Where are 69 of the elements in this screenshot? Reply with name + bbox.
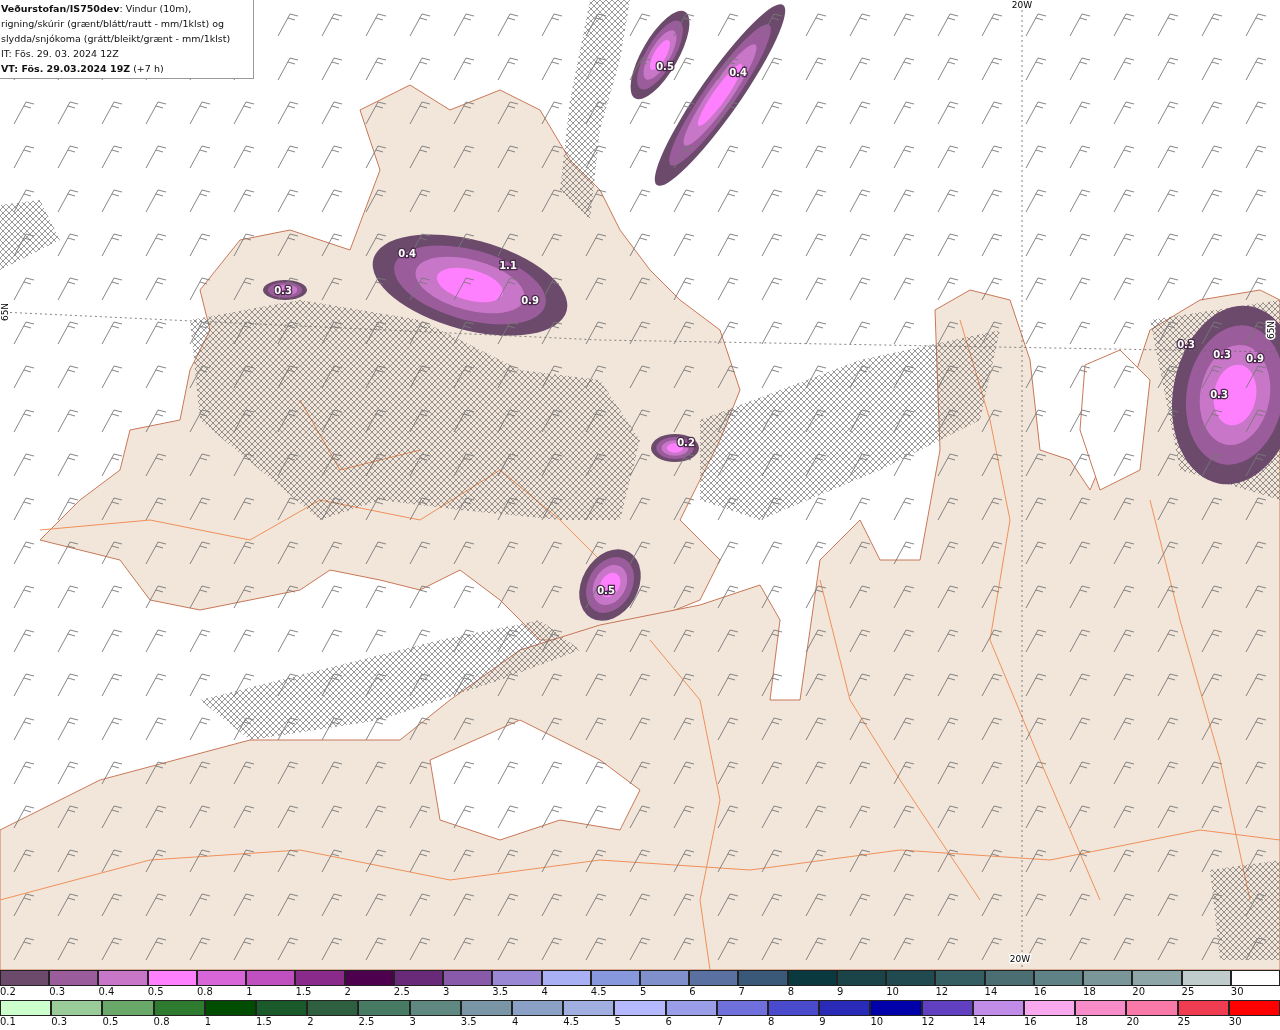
grid-label: 65N (0, 302, 10, 322)
legend-label: 9 (836, 986, 844, 998)
legend-label: 16 (1024, 1016, 1037, 1028)
legend-label: 18 (1075, 1016, 1088, 1028)
legend-label: 8 (768, 1016, 775, 1028)
legend-label: 0.5 (147, 986, 164, 998)
legend-label: 0.8 (153, 1016, 170, 1028)
legend-label: 7 (738, 986, 745, 998)
contour-label: 0.4 (398, 248, 416, 259)
legend-label: 25 (1177, 1016, 1191, 1028)
legend-label: 4 (512, 1016, 519, 1028)
legend-label: 1 (204, 1016, 212, 1028)
legend-label: 0.5 (102, 1016, 119, 1028)
legend-label: 0.3 (51, 1016, 68, 1028)
grid-label: 20W (1009, 954, 1031, 964)
contour-label: 0.3 (274, 285, 292, 296)
legend-label: 2 (344, 986, 351, 998)
contour-label: 0.4 (729, 67, 747, 78)
legend-label: 1.5 (256, 1016, 272, 1028)
valid-time: VT: Fös. 29.03.2024 19Z (+7 h) (1, 62, 165, 76)
legend-label: 3 (443, 986, 450, 998)
legend-label: 18 (1083, 986, 1096, 998)
legend-label: 10 (886, 986, 899, 998)
contour-label: 0.3 (1213, 349, 1231, 360)
legend-label: 30 (1228, 1016, 1242, 1028)
info-description: Veðurstofan/IS750dev: Vindur (10m), rigning/skúrir (grænt/blátt/rautt - mm/1klst) og slydda/snjókoma (grátt/bleikt/grænt - mm/1klst) (1, 2, 232, 46)
legend-label: 7 (716, 1016, 724, 1028)
contour-label: 0.3 (1177, 339, 1195, 350)
legend-label: 4 (541, 986, 548, 998)
legend-label: 0.1 (0, 1016, 16, 1028)
legend-label: 3 (409, 1016, 416, 1028)
contour-label: 1.1 (499, 260, 517, 271)
legend-label: 2 (307, 1016, 314, 1028)
legend-label: 4.5 (563, 1016, 580, 1028)
legend-label: 30 (1230, 986, 1244, 998)
legend-label: 3.5 (492, 986, 509, 998)
legend-label: 14 (984, 986, 998, 998)
legend-label: 20 (1126, 1016, 1140, 1028)
legend-label: 3.5 (460, 1016, 477, 1028)
legend-label: 2.5 (393, 986, 410, 998)
legend-label: 6 (689, 986, 696, 998)
contour-label: 0.2 (677, 437, 695, 448)
legend-label: 2.5 (358, 1016, 375, 1028)
legend-label: 0.8 (196, 986, 213, 998)
legend-label: 20 (1132, 986, 1146, 998)
legend-label: 25 (1181, 986, 1195, 998)
contour-label: 0.3 (1210, 389, 1228, 400)
grid-label: 20W (1011, 0, 1033, 10)
legend-label: 16 (1033, 986, 1047, 998)
issue-time: IT: Fös. 29. 03. 2024 12Z (1, 47, 120, 61)
legend-label: 5 (640, 986, 647, 998)
legend-label: 5 (614, 1016, 621, 1028)
contour-label: 0.5 (597, 585, 615, 596)
grid-label: 65N (1266, 320, 1276, 340)
legend-label: 1.5 (295, 986, 312, 998)
legend-label: 4.5 (590, 986, 607, 998)
legend-label: 9 (819, 1016, 826, 1028)
legend-label: 12 (921, 1016, 935, 1028)
legend-label: 0.2 (0, 986, 16, 998)
contour-label: 0.9 (521, 295, 539, 306)
legend-label: 0.4 (98, 986, 115, 998)
legend-label: 10 (870, 1016, 884, 1028)
legend-label: 0.3 (49, 986, 66, 998)
legend-label: 1 (246, 986, 253, 998)
legend-label: 14 (972, 1016, 986, 1028)
legend-label: 8 (787, 986, 795, 998)
legend-label: 6 (665, 1016, 672, 1028)
contour-label: 0.9 (1246, 353, 1264, 364)
legend-label: 12 (935, 986, 949, 998)
